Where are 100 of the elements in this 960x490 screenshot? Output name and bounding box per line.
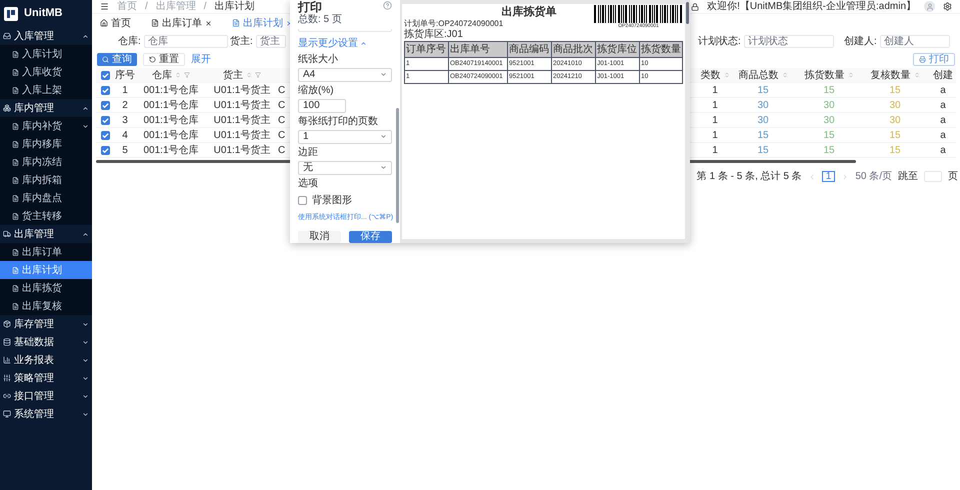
table-cell-text: C — [278, 144, 286, 158]
save-button[interactable]: 保存 — [349, 231, 392, 243]
scale-field[interactable]: 100 — [298, 98, 346, 112]
sidebar-group[interactable]: 库存管理 — [0, 315, 92, 333]
column-header: 序号 — [115, 68, 135, 82]
table-cell-text: C — [278, 84, 286, 98]
barcode-icon — [594, 5, 683, 23]
sidebar-item[interactable]: 库内移库 — [0, 135, 92, 153]
filter-icon[interactable] — [255, 72, 261, 78]
checkbox[interactable] — [100, 116, 110, 124]
filter-icon[interactable] — [184, 72, 190, 78]
setting-label: 缩放(%) — [298, 84, 335, 96]
scrollbar[interactable] — [396, 108, 399, 223]
page-unit: 页 — [948, 170, 958, 184]
preview-column-header: 商品批次 — [553, 44, 593, 55]
sidebar-item[interactable]: 出库订单 — [0, 243, 92, 261]
breadcrumb-item[interactable]: 出库计划 — [214, 0, 255, 14]
table-cell-text: a — [940, 128, 946, 142]
document-icon — [12, 122, 19, 130]
table-cell-text: 30 — [823, 98, 835, 112]
sidebar-group[interactable]: 业务报表 — [0, 351, 92, 369]
reset-button[interactable]: 重置 — [143, 52, 185, 66]
printer-icon — [919, 56, 926, 62]
sidebar-item[interactable]: 库内冻结 — [0, 153, 92, 171]
checkbox[interactable] — [100, 70, 110, 80]
sidebar-item[interactable]: 库内补货 — [0, 117, 92, 135]
table-cell-text: 1 — [712, 98, 718, 112]
pagination-summary: 第 1 条 - 5 条, 总计 5 条 — [696, 170, 802, 184]
checkbox[interactable] — [100, 130, 110, 140]
sidebar-item[interactable]: 出库拣货 — [0, 279, 92, 297]
preview-column-header: 拣货库位 — [597, 44, 637, 55]
column-header: 货主 — [223, 68, 243, 82]
preview-column-header: 拣货数量 — [641, 44, 681, 55]
sidebar-item[interactable]: 出库计划 — [0, 261, 92, 279]
checkbox[interactable] — [298, 196, 307, 204]
checkbox[interactable] — [100, 86, 110, 94]
less-settings-link[interactable]: 显示更少设置 — [298, 36, 392, 50]
filter-field[interactable]: 创建人 — [880, 34, 950, 48]
sidebar-item[interactable]: 货主转移 — [0, 207, 92, 225]
sidebar-group[interactable]: 基础数据 — [0, 333, 92, 351]
document-icon — [12, 158, 19, 166]
table-cell-text: 001:1号仓库 — [143, 84, 199, 98]
table-cell-text: 15 — [823, 84, 835, 98]
sidebar-group[interactable]: 库内管理 — [0, 99, 92, 117]
select-field[interactable]: 1 — [298, 130, 392, 144]
sidebar-group[interactable]: 接口管理 — [0, 387, 92, 405]
tab[interactable]: 出库订单 — [149, 16, 214, 30]
sidebar-group[interactable]: 出库管理 — [0, 225, 92, 243]
select-field[interactable]: 无 — [298, 160, 392, 174]
sidebar-item[interactable]: 入库上架 — [0, 81, 92, 99]
sidebar-item[interactable]: 库内盘点 — [0, 189, 92, 207]
document-title: 出库拣货单 — [502, 5, 556, 19]
page-count: 总数: 5 页 — [298, 14, 343, 26]
avatar[interactable] — [924, 1, 935, 12]
sidebar-item[interactable]: 库内拆箱 — [0, 171, 92, 189]
chevron-down-icon — [380, 133, 387, 140]
expand-link[interactable]: 展开 — [191, 52, 211, 66]
sidebar-group[interactable]: 入库管理 — [0, 27, 92, 45]
sidebar-group[interactable]: 策略管理 — [0, 369, 92, 387]
document-icon — [12, 140, 19, 148]
table-cell-text: 15 — [757, 84, 769, 98]
table-cell-text: 3 — [122, 114, 128, 128]
table-cell-text: 1 — [122, 84, 128, 98]
select-field[interactable]: A4 — [298, 68, 392, 82]
checkbox[interactable] — [100, 100, 110, 110]
option-label: 背景图形 — [312, 194, 352, 208]
tab[interactable]: 首页 — [98, 16, 133, 30]
lock-icon[interactable] — [691, 2, 700, 10]
table-cell-text: a — [940, 144, 946, 158]
help-icon[interactable] — [383, 1, 392, 10]
page-jump-field[interactable] — [924, 171, 942, 182]
close-icon[interactable] — [205, 20, 212, 26]
settings-icon[interactable] — [943, 2, 952, 11]
plan-number: 计划单号:OP240724090001 — [404, 19, 504, 28]
page-size-select[interactable]: 50 条/页 — [855, 169, 892, 184]
sidebar-group[interactable]: 系统管理 — [0, 405, 92, 423]
table-cell-text: 15 — [757, 144, 769, 158]
table-cell-text: a — [940, 98, 946, 112]
document-icon — [12, 86, 19, 94]
chevron-down-icon — [380, 164, 387, 171]
column-header: 创建 — [933, 68, 953, 82]
page-button[interactable]: 1 — [822, 171, 836, 182]
checkbox[interactable] — [100, 146, 110, 154]
preview-column-header: 订单序号 — [406, 44, 446, 55]
table-cell-text: 001:1号仓库 — [143, 114, 199, 128]
document-icon — [151, 19, 159, 27]
sidebar-item[interactable]: 入库收货 — [0, 63, 92, 81]
cancel-button[interactable]: 取消 — [298, 231, 341, 243]
document-icon — [12, 176, 19, 184]
welcome-text: 欢迎你!【UnitMB集团组织-企业管理员:admin】 — [707, 0, 916, 14]
filter-label: 计划状态: — [698, 34, 741, 48]
query-button[interactable]: 查询 — [97, 52, 137, 66]
column-header: 拣货数量 — [804, 68, 844, 82]
scrollbar[interactable] — [686, 2, 689, 24]
table-cell-text: 001:1号仓库 — [143, 144, 199, 158]
sidebar-item[interactable]: 入库计划 — [0, 45, 92, 63]
preview-column-header: 出库单号 — [450, 44, 490, 55]
sidebar-item[interactable]: 出库复核 — [0, 297, 92, 315]
filter-field[interactable]: 计划状态 — [744, 34, 834, 48]
column-header: 类数 — [700, 68, 720, 82]
